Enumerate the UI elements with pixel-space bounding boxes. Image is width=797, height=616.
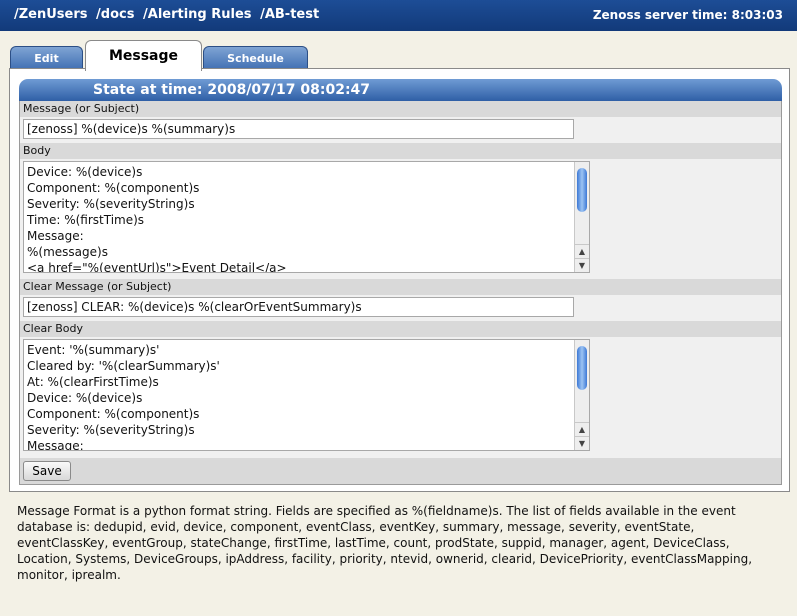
save-button[interactable]: Save <box>23 461 71 481</box>
clear-body-line: Event: '%(summary)s' <box>27 343 160 357</box>
tab-edit[interactable]: Edit <box>10 46 83 70</box>
header-bar: /ZenUsers /docs /Alerting Rules /AB-test… <box>0 0 797 31</box>
clear-body-line: Cleared by: '%(clearSummary)s' <box>27 359 220 373</box>
clear-body-line: Component: %(component)s <box>27 407 200 421</box>
clear-body-field-row: Event: '%(summary)s' Cleared by: '%(clea… <box>20 337 781 458</box>
body-textarea[interactable]: Device: %(device)s Component: %(componen… <box>23 161 590 273</box>
clear-body-line: Device: %(device)s <box>27 391 143 405</box>
state-title-bar: State at time: 2008/07/17 08:02:47 <box>19 79 782 101</box>
breadcrumb-zenusers[interactable]: /ZenUsers <box>14 7 88 22</box>
clear-body-line: Message: <box>27 439 84 451</box>
body-line: Device: %(device)s <box>27 165 143 179</box>
message-form: Message (or Subject) [zenoss] %(device)s… <box>19 101 782 485</box>
tab-edit-label: Edit <box>34 52 59 65</box>
state-title: State at time: 2008/07/17 08:02:47 <box>93 82 371 98</box>
tab-message-label: Message <box>108 48 179 64</box>
clear-body-line: At: %(clearFirstTime)s <box>27 375 159 389</box>
breadcrumb-alerting-rules[interactable]: /Alerting Rules <box>143 7 252 22</box>
clear-body-textarea[interactable]: Event: '%(summary)s' Cleared by: '%(clea… <box>23 339 590 451</box>
save-row: Save <box>20 458 781 484</box>
message-panel: State at time: 2008/07/17 08:02:47 Messa… <box>9 68 790 492</box>
body-line: Message: <box>27 229 84 243</box>
clear-message-label-row: Clear Message (or Subject) <box>20 279 781 295</box>
down-arrow-icon[interactable]: ▼ <box>575 436 589 450</box>
message-format-help: Message Format is a python format string… <box>17 504 753 582</box>
clear-message-input[interactable]: [zenoss] CLEAR: %(device)s %(clearOrEven… <box>23 297 574 317</box>
clear-body-line: Severity: %(severityString)s <box>27 423 195 437</box>
clear-body-scroll-thumb[interactable] <box>577 346 587 390</box>
tab-schedule-label: Schedule <box>227 52 284 65</box>
message-input[interactable]: [zenoss] %(device)s %(summary)s <box>23 119 574 139</box>
body-line: Time: %(firstTime)s <box>27 213 145 227</box>
breadcrumb-ab-test[interactable]: /AB-test <box>260 7 319 22</box>
down-arrow-icon[interactable]: ▼ <box>575 258 589 272</box>
clear-message-field-row: [zenoss] CLEAR: %(device)s %(clearOrEven… <box>20 295 781 321</box>
server-time: Zenoss server time: 8:03:03 <box>593 8 783 22</box>
clear-message-label: Clear Message (or Subject) <box>23 280 172 293</box>
tab-schedule[interactable]: Schedule <box>203 46 308 70</box>
body-scroll-thumb[interactable] <box>577 168 587 212</box>
breadcrumb: /ZenUsers /docs /Alerting Rules /AB-test <box>14 7 323 22</box>
clear-body-scrollbar[interactable]: ▲ ▼ <box>574 340 589 450</box>
server-time-label: Zenoss server time: <box>592 8 728 22</box>
clear-body-label: Clear Body <box>23 322 84 335</box>
breadcrumb-docs[interactable]: /docs <box>96 7 134 22</box>
message-field-row: [zenoss] %(device)s %(summary)s <box>20 117 781 143</box>
body-label: Body <box>23 144 51 157</box>
body-line: %(message)s <box>27 245 108 259</box>
up-arrow-icon[interactable]: ▲ <box>575 422 589 436</box>
clear-body-label-row: Clear Body <box>20 321 781 337</box>
server-time-value: 8:03:03 <box>731 8 783 22</box>
message-label: Message (or Subject) <box>23 102 140 115</box>
body-line: Severity: %(severityString)s <box>27 197 195 211</box>
body-scrollbar[interactable]: ▲ ▼ <box>574 162 589 272</box>
body-line: <a href="%(eventUrl)s">Event Detail</a> <box>27 261 287 273</box>
body-field-row: Device: %(device)s Component: %(componen… <box>20 159 781 279</box>
up-arrow-icon[interactable]: ▲ <box>575 244 589 258</box>
body-label-row: Body <box>20 143 781 159</box>
body-line: Component: %(component)s <box>27 181 200 195</box>
tab-message[interactable]: Message <box>85 40 202 71</box>
message-label-row: Message (or Subject) <box>20 101 781 117</box>
